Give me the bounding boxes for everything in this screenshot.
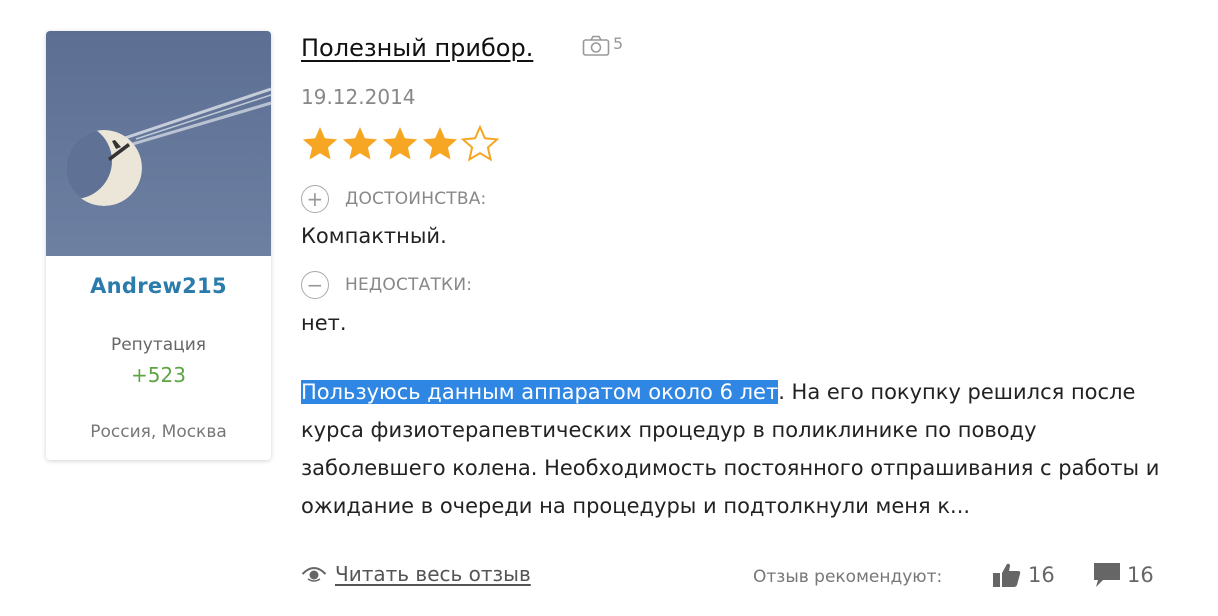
photo-count-value: 5 [613,34,624,53]
cons-label: НЕДОСТАТКИ: [345,275,473,295]
author-card: Andrew215 Репутация +523 Россия, Москва [46,31,271,460]
read-more-label[interactable]: Читать весь отзыв [335,562,531,586]
star-filled-icon [382,127,418,160]
read-more-link[interactable]: Читать весь отзыв [301,562,531,586]
avatar[interactable] [46,31,271,256]
review-date: 19.12.2014 [301,85,416,109]
pros-label: ДОСТОИНСТВА: [345,189,487,209]
star-filled-icon [422,127,458,160]
cons-text: нет. [301,311,347,335]
star-filled-icon [342,127,378,160]
photo-count[interactable]: 5 [582,34,623,57]
pros-header: + ДОСТОИНСТВА: [301,185,486,213]
selected-text: Пользуюсь данным аппаратом около 6 лет [301,380,779,404]
eye-icon [301,567,327,582]
plus-icon: + [301,185,329,213]
reputation-label: Репутация [110,335,207,355]
comments-count: 16 [1127,563,1154,587]
likes-button[interactable]: 16 [992,562,1055,588]
cons-header: − НЕДОСТАТКИ: [301,271,472,299]
comments-button[interactable]: 16 [1093,562,1154,588]
pros-text: Компактный. [301,224,447,248]
likes-count: 16 [1028,563,1055,587]
minus-icon: − [301,271,329,299]
reputation-value: +523 [131,363,186,387]
review-body: Пользуюсь данным аппаратом около 6 лет. … [301,373,1181,525]
star-empty-icon [461,125,499,162]
star-filled-icon [302,127,338,160]
recommend-label: Отзыв рекомендуют: [753,567,943,587]
thumbs-up-icon [993,563,1021,587]
author-name[interactable]: Andrew215 [46,274,271,298]
rating-stars [301,125,499,163]
camera-icon [582,35,610,56]
author-location: Россия, Москва [90,422,227,442]
review-title[interactable]: Полезный прибор. [301,34,533,62]
comment-icon [1094,563,1120,587]
